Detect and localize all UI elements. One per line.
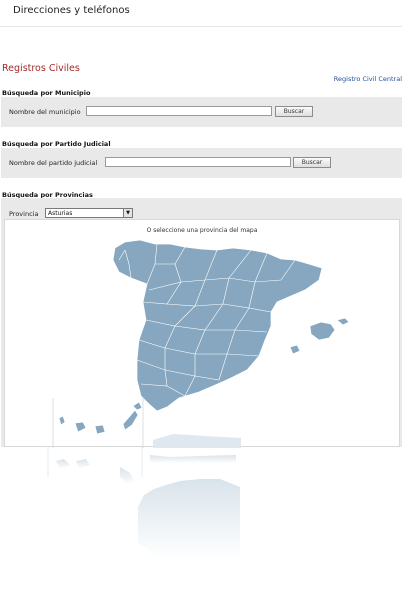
- provincia-selected-value: Asturias: [48, 209, 73, 217]
- island-gran-canaria[interactable]: [94, 424, 106, 435]
- island-fuerteventura[interactable]: [122, 409, 139, 431]
- north-africa-coast: [153, 434, 241, 448]
- municipio-input[interactable]: [86, 106, 272, 116]
- municipio-heading: Búsqueda por Municipio: [2, 89, 91, 97]
- partido-label: Nombre del partido judicial: [9, 159, 98, 167]
- partido-panel: Nombre del partido judicial Buscar: [1, 148, 402, 178]
- partido-search-button[interactable]: Buscar: [293, 157, 331, 168]
- spain-map[interactable]: [5, 220, 401, 448]
- municipio-panel: Nombre del municipio Buscar: [1, 97, 402, 127]
- island-mallorca[interactable]: [309, 321, 336, 341]
- municipio-label: Nombre del municipio: [9, 108, 81, 116]
- title-divider: [0, 26, 402, 27]
- chevron-down-icon[interactable]: ▼: [123, 209, 132, 217]
- section-title: Registros Civiles: [2, 63, 80, 74]
- map-reflection: [47, 447, 240, 559]
- island-la-palma[interactable]: [58, 415, 66, 426]
- partido-heading: Búsqueda por Partido Judicial: [2, 140, 111, 148]
- registro-civil-central-link[interactable]: Registro Civil Central: [334, 75, 402, 83]
- island-menorca[interactable]: [336, 317, 350, 326]
- map-frame: O seleccione una provincia del mapa: [4, 219, 401, 448]
- provincia-label: Provincia: [9, 210, 39, 218]
- municipio-search-button[interactable]: Buscar: [275, 106, 313, 117]
- map-provinces[interactable]: [58, 239, 350, 435]
- mainland-spain[interactable]: [112, 239, 323, 412]
- provincia-select[interactable]: Asturias ▼: [45, 208, 133, 218]
- page-title: Direcciones y teléfonos: [13, 5, 130, 16]
- island-tenerife[interactable]: [74, 421, 87, 433]
- island-lanzarote[interactable]: [132, 401, 143, 411]
- island-ibiza[interactable]: [289, 344, 301, 355]
- provincias-panel: Provincia Asturias ▼ O seleccione una pr…: [1, 198, 402, 448]
- partido-input[interactable]: [105, 157, 291, 167]
